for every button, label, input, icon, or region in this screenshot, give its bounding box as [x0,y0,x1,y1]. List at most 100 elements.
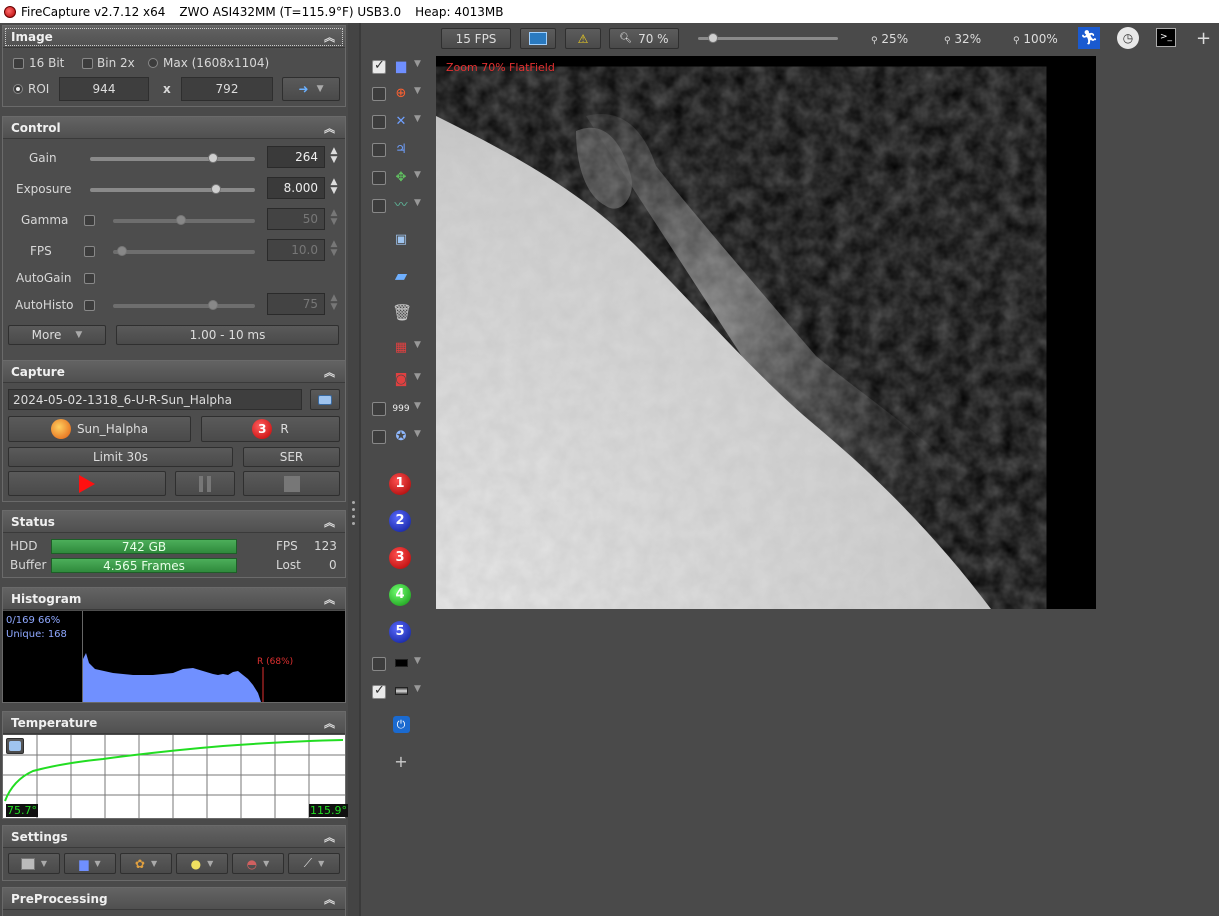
black-rect-icon[interactable] [392,655,410,673]
temperature-settings-button[interactable] [6,738,24,754]
display-button[interactable] [520,28,556,49]
autohisto-slider[interactable] [113,300,255,310]
cross-icon[interactable]: ✕ [392,113,410,131]
filename-field[interactable]: 2024-05-02-1318_6-U-R-Sun_Halpha [8,389,302,410]
roi-apply-button[interactable]: ➜ ▼ [282,77,340,101]
fps-spinner-icon[interactable]: ▲ ▼ [328,240,340,260]
monitor-checkbox[interactable] [372,199,386,213]
gain-spinner-icon[interactable]: ▲ ▼ [328,147,340,167]
gain-slider[interactable] [90,153,255,163]
settings-save-button[interactable]: ▼ [8,853,60,874]
console-icon[interactable]: >_ [1156,28,1176,47]
filter-button[interactable]: 3 R [201,416,340,442]
chevron-down-icon[interactable]: ▼ [414,340,421,350]
collapse-icon[interactable]: ︽ [324,591,335,607]
bin-checkbox[interactable] [82,58,93,69]
histogram-panel-header[interactable]: Histogram ︽ [3,588,345,610]
collapse-icon[interactable]: ︽ [324,829,335,845]
settings-panel-header[interactable]: Settings ︽ [3,826,345,848]
snapshot-icon[interactable]: ▣ [392,231,410,249]
folder-icon[interactable]: ▰ [392,267,410,285]
gain-slider-knob[interactable] [208,153,218,163]
target-checkbox[interactable] [372,430,386,444]
max-radio[interactable] [148,58,158,68]
filter-2-button[interactable]: 2 [389,510,411,532]
run-icon[interactable]: 🏃︎ [1078,27,1100,49]
chevron-down-icon[interactable]: ▼ [414,59,421,69]
gamma-slider-knob[interactable] [176,215,186,225]
more-dropdown[interactable]: More ▼ [8,325,106,345]
gamma-value-field[interactable]: 50 [267,208,325,230]
live-image-view[interactable]: Zoom 70% FlatField [436,56,1096,609]
collapse-icon[interactable]: ︽ [324,891,335,907]
settings-light-button[interactable]: ● ▼ [176,853,228,874]
autohisto-value-field[interactable]: 75 [267,293,325,315]
zoom-button[interactable]: 🔍︎ 70 % [609,28,679,49]
zoom-slider-knob[interactable] [708,33,719,43]
grey-rect-icon[interactable] [392,683,410,701]
autohisto-slider-knob[interactable] [208,300,218,310]
crosshair-checkbox[interactable] [372,87,386,101]
fps-slider-knob[interactable] [117,246,127,256]
flat-frame-icon[interactable]: ◙ [392,371,410,389]
waveform-icon[interactable]: 〰 [392,197,410,215]
collapse-icon[interactable]: ︽ [324,715,335,731]
collapse-icon[interactable]: ︽ [324,364,335,380]
chevron-down-icon[interactable]: ▼ [414,684,421,694]
profile-button[interactable]: Sun_Halpha [8,416,191,442]
collapse-icon[interactable]: ︽ [324,514,335,530]
plus-icon[interactable]: + [392,753,410,771]
roi-height-field[interactable]: 792 [181,77,273,101]
image-panel-header[interactable]: Image ︽ [3,26,345,48]
histogram-icon[interactable]: ▆ [392,58,410,76]
autohisto-checkbox[interactable] [84,300,95,311]
roi-radio[interactable] [13,84,23,94]
panel-splitter[interactable] [348,23,360,916]
target-icon[interactable]: ✪ [392,428,410,446]
chevron-down-icon[interactable]: ▼ [414,114,421,124]
plus-icon[interactable]: + [1196,28,1211,49]
align-checkbox[interactable] [372,115,386,129]
dark-frame-icon[interactable]: ▦ [392,339,410,357]
chevron-down-icon[interactable]: ▼ [414,401,421,411]
warning-button[interactable]: ⚠ [565,28,601,49]
pause-capture-button[interactable] [175,471,235,496]
format-button[interactable]: SER [243,447,340,467]
exposure-range-button[interactable]: 1.00 - 10 ms [116,325,339,345]
limit-button[interactable]: Limit 30s [8,447,233,467]
autohisto-spinner-icon[interactable]: ▲ ▼ [328,294,340,314]
chevron-down-icon[interactable]: ▼ [414,198,421,208]
collapse-icon[interactable]: ︽ [324,120,335,136]
chevron-down-icon[interactable]: ▼ [414,372,421,382]
start-capture-button[interactable] [8,471,166,496]
tracking-icon[interactable]: ✥ [392,169,410,187]
stop-capture-button[interactable] [243,471,340,496]
chevron-down-icon[interactable]: ▼ [414,86,421,96]
counter-checkbox[interactable] [372,402,386,416]
trash-icon[interactable]: 🗑 [392,304,412,322]
settings-telescope-button[interactable]: ⟋ ▼ [288,853,340,874]
timer-icon[interactable]: ◷ [1117,27,1139,49]
fps-button[interactable]: 15 FPS [441,28,511,49]
exposure-slider-knob[interactable] [211,184,221,194]
fps-checkbox[interactable] [84,246,95,257]
chevron-down-icon[interactable]: ▼ [414,656,421,666]
filter-1-button[interactable]: 1 [389,473,411,495]
roi-width-field[interactable]: 944 [59,77,149,101]
exposure-slider[interactable] [90,184,255,194]
fps-value-field[interactable]: 10.0 [267,239,325,261]
black-level-checkbox[interactable] [372,657,386,671]
gamma-checkbox[interactable] [84,215,95,226]
jupiter-icon[interactable]: ♃ [392,141,410,159]
zoom-32-button[interactable]: ⚲ 32% [944,32,981,46]
autogain-checkbox[interactable] [84,273,95,284]
collapse-icon[interactable]: ︽ [324,29,335,45]
zoom-25-button[interactable]: ⚲ 25% [871,32,908,46]
status-panel-header[interactable]: Status ︽ [3,511,345,533]
grey-level-checkbox[interactable] [372,683,386,699]
preprocessing-panel-header[interactable]: PreProcessing ︽ [3,888,345,910]
zoom-slider[interactable] [698,33,838,43]
jupiter-checkbox[interactable] [372,143,386,157]
crosshair-icon[interactable]: ⊕ [392,85,410,103]
settings-gauge-button[interactable]: ◓ ▼ [232,853,284,874]
